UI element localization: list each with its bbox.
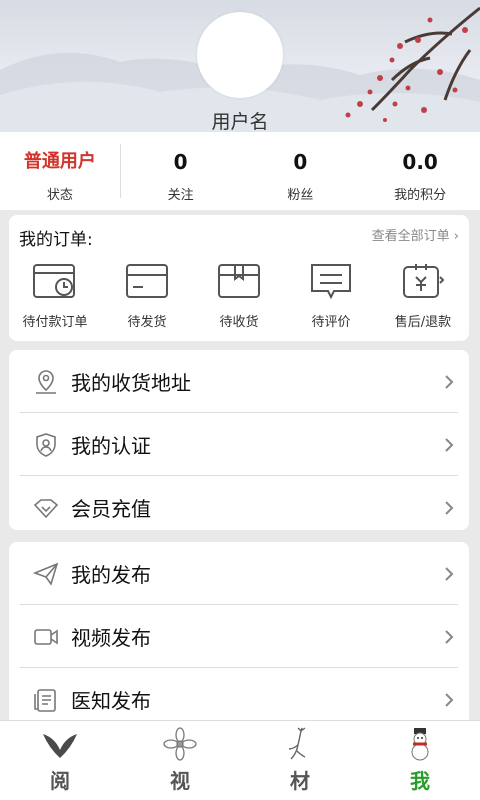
tab-materials[interactable]: 材 <box>240 721 360 800</box>
chevron-right-icon <box>441 437 457 453</box>
chevron-right-icon <box>441 629 457 645</box>
orders-card: 我的订单: 查看全部订单 › 待付款订单 待发货 待收货 待评价 售后/退款 <box>9 215 469 341</box>
card-icon <box>101 259 193 303</box>
wallet-clock-icon <box>9 259 101 303</box>
tab-view-label: 视 <box>170 769 190 793</box>
tab-read[interactable]: 阅 <box>0 721 120 800</box>
comment-icon <box>285 259 377 303</box>
chevron-right-icon <box>441 566 457 582</box>
profile-header: 用户名 <box>0 0 480 132</box>
stat-fans[interactable]: 0 粉丝 <box>241 132 361 210</box>
bottom-tab-bar: 阅 视 材 我 <box>0 720 480 800</box>
chevron-right-icon <box>441 692 457 708</box>
refund-icon <box>377 259 469 303</box>
package-icon <box>193 259 285 303</box>
stat-fans-label: 粉丝 <box>287 188 314 203</box>
tab-view[interactable]: 视 <box>120 721 240 800</box>
menu-my-posts[interactable]: 我的发布 <box>9 542 469 605</box>
orders-title: 我的订单: <box>19 230 93 250</box>
stat-points-value: 0.0 <box>402 150 438 174</box>
tab-materials-label: 材 <box>290 769 310 793</box>
menu-membership-recharge-label: 会员充值 <box>71 497 151 521</box>
flower-icon <box>163 727 197 761</box>
leaf-icon <box>41 727 79 761</box>
stat-status[interactable]: 普通用户 状态 <box>0 144 121 203</box>
send-icon <box>33 561 59 587</box>
video-icon <box>33 624 59 650</box>
order-pending-review-label: 待评价 <box>311 315 351 330</box>
order-refund[interactable]: 售后/退款 <box>377 259 469 330</box>
menu-video-publish-label: 视频发布 <box>71 626 151 650</box>
herb-root-icon <box>285 727 315 761</box>
menu-membership-recharge[interactable]: 会员充值 <box>9 476 469 539</box>
menu-shipping-address-label: 我的收货地址 <box>71 371 191 395</box>
avatar[interactable] <box>197 12 283 98</box>
menu-verification[interactable]: 我的认证 <box>9 413 469 476</box>
view-all-orders-link[interactable]: 查看全部订单 › <box>372 225 459 244</box>
location-icon <box>33 369 59 395</box>
stat-following[interactable]: 0 关注 <box>121 132 241 210</box>
order-pending-receipt[interactable]: 待收货 <box>193 259 285 330</box>
order-pending-shipment-label: 待发货 <box>127 315 167 330</box>
order-pending-review[interactable]: 待评价 <box>285 259 377 330</box>
order-pending-shipment[interactable]: 待发货 <box>101 259 193 330</box>
tab-read-label: 阅 <box>50 769 70 793</box>
order-refund-label: 售后/退款 <box>394 315 452 330</box>
chevron-right-icon <box>441 374 457 390</box>
order-pending-receipt-label: 待收货 <box>219 315 259 330</box>
menu-my-posts-label: 我的发布 <box>71 563 151 587</box>
stat-fans-value: 0 <box>293 150 308 174</box>
stats-bar: 普通用户 状态 0 关注 0 粉丝 0.0 我的积分 <box>0 132 480 210</box>
order-pending-payment[interactable]: 待付款订单 <box>9 259 101 330</box>
tab-me-label: 我 <box>410 769 430 793</box>
shield-user-icon <box>33 432 59 458</box>
order-pending-payment-label: 待付款订单 <box>22 315 88 330</box>
document-icon <box>33 687 59 713</box>
stat-points-label: 我的积分 <box>394 188 447 203</box>
tab-me[interactable]: 我 <box>360 721 480 800</box>
chevron-right-icon <box>441 500 457 516</box>
menu-verification-label: 我的认证 <box>71 434 151 458</box>
username[interactable]: 用户名 <box>0 108 480 132</box>
menu-video-publish[interactable]: 视频发布 <box>9 605 469 668</box>
stat-following-value: 0 <box>173 150 188 174</box>
publish-menu: 我的发布 视频发布 医知发布 <box>9 542 469 742</box>
stat-status-value: 普通用户 <box>23 151 96 172</box>
menu-shipping-address[interactable]: 我的收货地址 <box>9 350 469 413</box>
snowman-icon <box>405 727 435 761</box>
stat-following-label: 关注 <box>167 188 194 203</box>
account-menu: 我的收货地址 我的认证 会员充值 <box>9 350 469 530</box>
stat-points[interactable]: 0.0 我的积分 <box>360 132 480 210</box>
menu-medical-knowledge-publish-label: 医知发布 <box>71 689 151 713</box>
diamond-icon <box>33 495 59 521</box>
stat-status-label: 状态 <box>46 188 73 203</box>
